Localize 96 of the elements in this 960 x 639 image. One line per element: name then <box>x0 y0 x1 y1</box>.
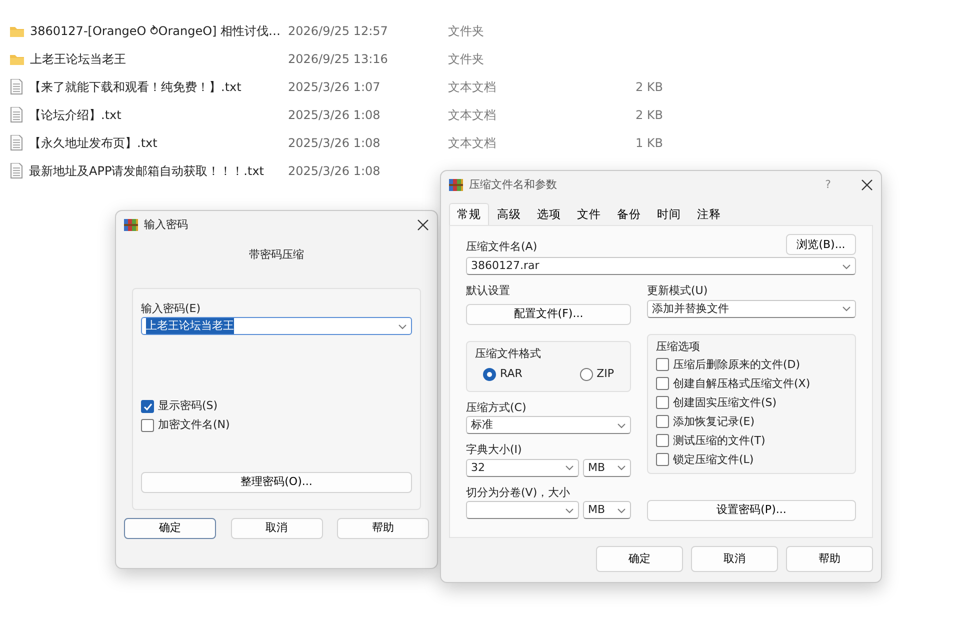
dialog-button[interactable]: 确定 <box>596 546 683 572</box>
file-date: 2026/9/25 12:57 <box>288 23 389 40</box>
archive-app-icon <box>124 218 138 232</box>
caret-icon <box>842 262 851 270</box>
group-label: 压缩选项 <box>656 338 701 355</box>
unit-dropdown[interactable]: MB <box>583 501 631 520</box>
checkbox-label: 添加恢复记录(E) <box>673 414 755 430</box>
field-label: 压缩方式(C) <box>466 400 528 416</box>
file-size: 2 KB <box>634 79 663 96</box>
file-size: 1 KB <box>634 135 663 152</box>
file-size: 2 KB <box>634 107 663 124</box>
file-date: 2025/3/26 1:08 <box>288 163 382 180</box>
caret-icon <box>617 506 626 514</box>
file-name[interactable]: 上老王论坛当老王 <box>30 50 126 68</box>
browse-button[interactable]: 浏览(B)... <box>786 234 856 256</box>
checkbox-label: 创建自解压格式压缩文件(X) <box>673 376 810 392</box>
checkbox-label: 创建固实压缩文件(S) <box>673 394 777 410</box>
folder-icon <box>10 52 24 66</box>
caret-icon <box>565 464 574 472</box>
split-size-dropdown[interactable] <box>466 501 579 520</box>
text-file-icon <box>10 79 23 95</box>
file-type: 文本文档 <box>448 107 497 124</box>
checkbox[interactable] <box>656 377 669 390</box>
file-name[interactable]: 【论坛介绍】.txt <box>29 106 122 124</box>
file-name[interactable]: 【来了就能下载和观看！纯免费！】.txt <box>29 78 242 96</box>
file-date: 2026/9/25 13:16 <box>288 51 389 68</box>
folder-icon <box>10 24 24 38</box>
tab[interactable]: 备份 <box>609 203 649 226</box>
checkbox-label: 测试压缩的文件(T) <box>673 432 766 448</box>
group-label: 压缩文件格式 <box>475 346 542 362</box>
checkbox[interactable] <box>656 396 669 410</box>
dictionary-size-dropdown[interactable]: 32 <box>466 458 579 477</box>
section-label: 默认设置 <box>466 283 511 300</box>
text-file-icon <box>10 163 23 179</box>
caret-icon <box>565 506 574 514</box>
caret-icon <box>398 322 407 330</box>
caret-icon <box>617 422 626 429</box>
field-label: 字典大小(I) <box>466 442 523 458</box>
dialog-heading: 带密码压缩 <box>248 247 305 263</box>
archive-app-icon <box>449 178 463 192</box>
field-label: 压缩文件名(A) <box>466 238 538 255</box>
checkbox[interactable] <box>656 415 669 428</box>
profiles-button[interactable]: 配置文件(F)... <box>466 304 631 325</box>
manage-passwords-button[interactable]: 整理密码(O)... <box>141 472 412 492</box>
tab[interactable]: 时间 <box>649 203 689 226</box>
file-type: 文本文档 <box>448 79 497 96</box>
dialog-button[interactable]: 取消 <box>230 518 322 538</box>
dialog-button[interactable]: 帮助 <box>786 546 873 572</box>
checkbox[interactable] <box>656 358 669 372</box>
radio-option[interactable]: ZIP <box>580 366 614 383</box>
method-dropdown[interactable]: 标准 <box>466 416 631 434</box>
radio-button[interactable] <box>580 368 593 381</box>
password-field[interactable]: 上老王论坛当老王 <box>141 317 412 335</box>
radio-button[interactable] <box>483 368 496 381</box>
dialog-button[interactable]: 取消 <box>691 546 778 572</box>
checkbox[interactable] <box>656 453 669 466</box>
caret-icon <box>842 305 851 312</box>
file-date: 2025/3/26 1:08 <box>288 107 382 124</box>
field-label: 更新模式(U) <box>647 283 709 300</box>
close-icon[interactable] <box>417 219 429 231</box>
file-name[interactable]: 3860127-[OrangeO ⥁OrangeO] 相性讨伐… <box>30 22 281 40</box>
tab[interactable]: 文件 <box>569 203 609 226</box>
field-label: 输入密码(E) <box>141 300 202 316</box>
caret-icon <box>617 464 626 472</box>
window-title: 压缩文件名和参数 <box>469 176 557 193</box>
dialog-button[interactable]: 确定 <box>124 518 216 538</box>
checkbox[interactable] <box>656 434 669 448</box>
file-name[interactable]: 【永久地址发布页】.txt <box>29 134 158 152</box>
tab[interactable]: 高级 <box>489 203 529 226</box>
close-icon[interactable] <box>861 179 873 191</box>
window-title: 输入密码 <box>144 216 188 233</box>
unit-dropdown[interactable]: MB <box>583 458 631 477</box>
file-type: 文件夹 <box>448 51 485 68</box>
tab[interactable]: 常规 <box>449 203 489 226</box>
archive-name-field[interactable]: 3860127.rar <box>466 257 856 276</box>
radio-option[interactable]: RAR <box>483 366 522 383</box>
file-date: 2025/3/26 1:07 <box>288 79 382 96</box>
file-type: 文本文档 <box>448 135 497 152</box>
checkbox-label: 锁定压缩文件(L) <box>673 452 754 468</box>
tab[interactable]: 注释 <box>689 203 729 226</box>
file-type: 文件夹 <box>448 23 485 40</box>
text-file-icon <box>10 107 23 123</box>
set-password-button[interactable]: 设置密码(P)... <box>647 500 856 521</box>
checkbox[interactable] <box>141 419 154 432</box>
field-label: 切分为分卷(V)，大小 <box>466 484 572 501</box>
checkbox[interactable] <box>141 400 154 413</box>
file-name[interactable]: 最新地址及APP请发邮箱自动获取！！！.txt <box>29 162 264 180</box>
check-icon <box>142 402 152 412</box>
dialog-button[interactable]: 帮助 <box>337 518 429 538</box>
update-mode-dropdown[interactable]: 添加并替换文件 <box>647 300 856 318</box>
tab[interactable]: 选项 <box>529 203 569 226</box>
checkbox-label: 加密文件名(N) <box>158 417 230 434</box>
checkbox-label: 压缩后删除原来的文件(D) <box>673 356 800 372</box>
checkbox-label: 显示密码(S) <box>158 398 218 414</box>
text-file-icon <box>10 135 23 151</box>
file-date: 2025/3/26 1:08 <box>288 135 382 152</box>
